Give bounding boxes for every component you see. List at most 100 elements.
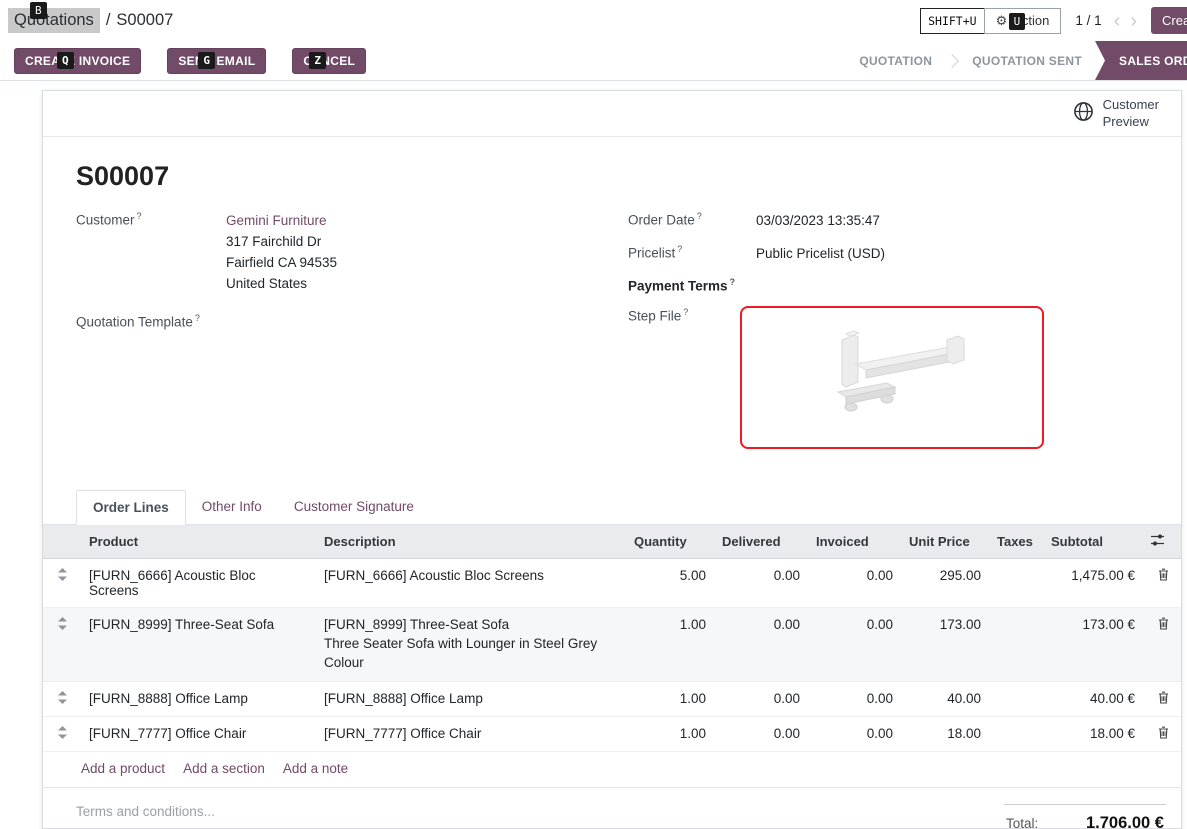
customer-preview-label: Customer Preview bbox=[1103, 97, 1159, 131]
delete-line-button[interactable] bbox=[1143, 681, 1182, 716]
action-menu-button[interactable]: ⚙ Action U bbox=[984, 8, 1062, 34]
send-email-button[interactable]: SEND EMAIL G bbox=[167, 48, 266, 74]
subtotal-cell: 1,475.00 € bbox=[1043, 558, 1143, 607]
breadcrumb-separator: / bbox=[106, 11, 111, 30]
delete-line-button[interactable] bbox=[1143, 716, 1182, 751]
taxes-cell[interactable] bbox=[989, 681, 1043, 716]
action-menu-group: SHIFT+U ⚙ Action U bbox=[920, 8, 1061, 34]
description-cell[interactable]: [FURN_6666] Acoustic Bloc Screens bbox=[316, 558, 626, 607]
unit-price-cell[interactable]: 40.00 bbox=[901, 681, 989, 716]
pricelist-value[interactable]: Public Pricelist (USD) bbox=[756, 243, 885, 264]
row-handle-cell bbox=[43, 607, 81, 681]
row-handle-cell bbox=[43, 716, 81, 751]
shortcut-badge-breadcrumb: B bbox=[30, 2, 47, 19]
record-action-buttons: CREATE INVOICE Q SEND EMAIL G CANCEL Z bbox=[14, 48, 392, 74]
order-date-label-text: Order Date bbox=[628, 213, 695, 228]
stage-quotation[interactable]: QUOTATION bbox=[846, 54, 945, 68]
tab-customer-signature[interactable]: Customer Signature bbox=[278, 490, 430, 525]
help-marker-icon: ? bbox=[730, 277, 736, 287]
unit-price-cell[interactable]: 173.00 bbox=[901, 607, 989, 681]
description-cell[interactable]: [FURN_8888] Office Lamp bbox=[316, 681, 626, 716]
add-section-link[interactable]: Add a section bbox=[183, 761, 265, 776]
control-panel-buttons-row: CREATE INVOICE Q SEND EMAIL G CANCEL Z Q… bbox=[0, 41, 1187, 81]
unit-price-cell[interactable]: 295.00 bbox=[901, 558, 989, 607]
invoiced-cell[interactable]: 0.00 bbox=[808, 607, 901, 681]
stage-quotation-sent[interactable]: QUOTATION SENT bbox=[959, 54, 1095, 68]
topbar-right-controls: SHIFT+U ⚙ Action U 1 / 1 ‹ › Create bbox=[920, 7, 1173, 34]
delivered-cell[interactable]: 0.00 bbox=[714, 681, 808, 716]
description-cell[interactable]: [FURN_8999] Three-Seat Sofa Three Seater… bbox=[316, 607, 626, 681]
add-note-link[interactable]: Add a note bbox=[283, 761, 348, 776]
add-product-link[interactable]: Add a product bbox=[81, 761, 165, 776]
trash-icon bbox=[1158, 727, 1169, 742]
order-date-label: Order Date? bbox=[628, 210, 756, 231]
invoiced-cell[interactable]: 0.00 bbox=[808, 558, 901, 607]
drag-handle-icon[interactable] bbox=[58, 568, 67, 584]
record-pager: 1 / 1 ‹ › bbox=[1075, 11, 1137, 31]
fields-right-column: Order Date? 03/03/2023 13:35:47 Pricelis… bbox=[628, 210, 1148, 461]
drag-handle-icon[interactable] bbox=[58, 726, 67, 742]
quantity-cell[interactable]: 1.00 bbox=[626, 681, 714, 716]
delete-line-button[interactable] bbox=[1143, 558, 1182, 607]
delivered-cell[interactable]: 0.00 bbox=[714, 716, 808, 751]
drag-handle-icon[interactable] bbox=[58, 617, 67, 633]
taxes-cell[interactable] bbox=[989, 607, 1043, 681]
unit-price-cell[interactable]: 18.00 bbox=[901, 716, 989, 751]
delivered-cell[interactable]: 0.00 bbox=[714, 607, 808, 681]
order-title: S00007 bbox=[76, 161, 1181, 192]
quantity-cell[interactable]: 1.00 bbox=[626, 607, 714, 681]
pricelist-label: Pricelist? bbox=[628, 243, 756, 264]
order-line-row: [FURN_8999] Three-Seat Sofa [FURN_8999] … bbox=[43, 607, 1182, 681]
invoiced-cell[interactable]: 0.00 bbox=[808, 681, 901, 716]
optional-columns-toggle[interactable] bbox=[1143, 525, 1182, 559]
customer-field-value: Gemini Furniture 317 Fairchild Dr Fairfi… bbox=[226, 210, 337, 294]
subtotal-cell: 40.00 € bbox=[1043, 681, 1143, 716]
customer-address-line: Fairfield CA 94535 bbox=[226, 252, 337, 273]
customer-preview-link[interactable]: Customer Preview bbox=[1073, 97, 1159, 131]
order-date-value[interactable]: 03/03/2023 13:35:47 bbox=[756, 210, 880, 231]
invoiced-cell[interactable]: 0.00 bbox=[808, 716, 901, 751]
step-file-field-row: Step File? bbox=[628, 306, 1148, 449]
customer-field-label: Customer? bbox=[76, 210, 226, 294]
header-product: Product bbox=[81, 525, 316, 559]
line-add-links: Add a product Add a section Add a note bbox=[43, 751, 1181, 788]
delete-line-button[interactable] bbox=[1143, 607, 1182, 681]
header-delivered: Delivered bbox=[714, 525, 808, 559]
taxes-cell[interactable] bbox=[989, 716, 1043, 751]
terms-and-conditions-input[interactable]: Terms and conditions... bbox=[76, 804, 215, 829]
customer-field-row: Customer? Gemini Furniture 317 Fairchild… bbox=[76, 210, 628, 294]
quantity-cell[interactable]: 1.00 bbox=[626, 716, 714, 751]
pager-next-button[interactable]: › bbox=[1130, 11, 1137, 31]
tab-other-info[interactable]: Other Info bbox=[186, 490, 278, 525]
description-cell[interactable]: [FURN_7777] Office Chair bbox=[316, 716, 626, 751]
taxes-cell[interactable] bbox=[989, 558, 1043, 607]
product-cell[interactable]: [FURN_8999] Three-Seat Sofa bbox=[81, 607, 316, 681]
step-file-label: Step File? bbox=[628, 306, 756, 449]
create-button[interactable]: Create bbox=[1151, 7, 1187, 34]
pager-previous-button[interactable]: ‹ bbox=[1114, 11, 1121, 31]
customer-preview-line1: Customer bbox=[1103, 97, 1159, 114]
shortcut-badge-send-email: G bbox=[198, 52, 215, 69]
product-cell[interactable]: [FURN_7777] Office Chair bbox=[81, 716, 316, 751]
delivered-cell[interactable]: 0.00 bbox=[714, 558, 808, 607]
step-file-image[interactable] bbox=[740, 306, 1044, 449]
create-invoice-button[interactable]: CREATE INVOICE Q bbox=[14, 48, 141, 74]
stage-sales-order[interactable]: SALES ORDER bbox=[1095, 41, 1187, 80]
customer-preview-line2: Preview bbox=[1103, 114, 1159, 131]
drag-handle-icon[interactable] bbox=[58, 691, 67, 707]
cancel-button[interactable]: CANCEL Z bbox=[292, 48, 366, 74]
order-line-row: [FURN_7777] Office Chair [FURN_7777] Off… bbox=[43, 716, 1182, 751]
customer-link[interactable]: Gemini Furniture bbox=[226, 213, 327, 228]
product-cell[interactable]: [FURN_6666] Acoustic Bloc Screens bbox=[81, 558, 316, 607]
tab-order-lines[interactable]: Order Lines bbox=[76, 490, 186, 525]
description-line1: [FURN_8999] Three-Seat Sofa bbox=[324, 617, 618, 632]
order-lines-table: Product Description Quantity Delivered I… bbox=[43, 525, 1182, 751]
help-marker-icon: ? bbox=[195, 313, 200, 323]
header-unit-price: Unit Price bbox=[901, 525, 989, 559]
product-cell[interactable]: [FURN_8888] Office Lamp bbox=[81, 681, 316, 716]
sheet-top-strip: Customer Preview bbox=[43, 91, 1181, 137]
quantity-cell[interactable]: 5.00 bbox=[626, 558, 714, 607]
breadcrumb-parent-link[interactable]: Quotations bbox=[8, 8, 100, 33]
header-taxes: Taxes bbox=[989, 525, 1043, 559]
trash-icon bbox=[1158, 692, 1169, 707]
